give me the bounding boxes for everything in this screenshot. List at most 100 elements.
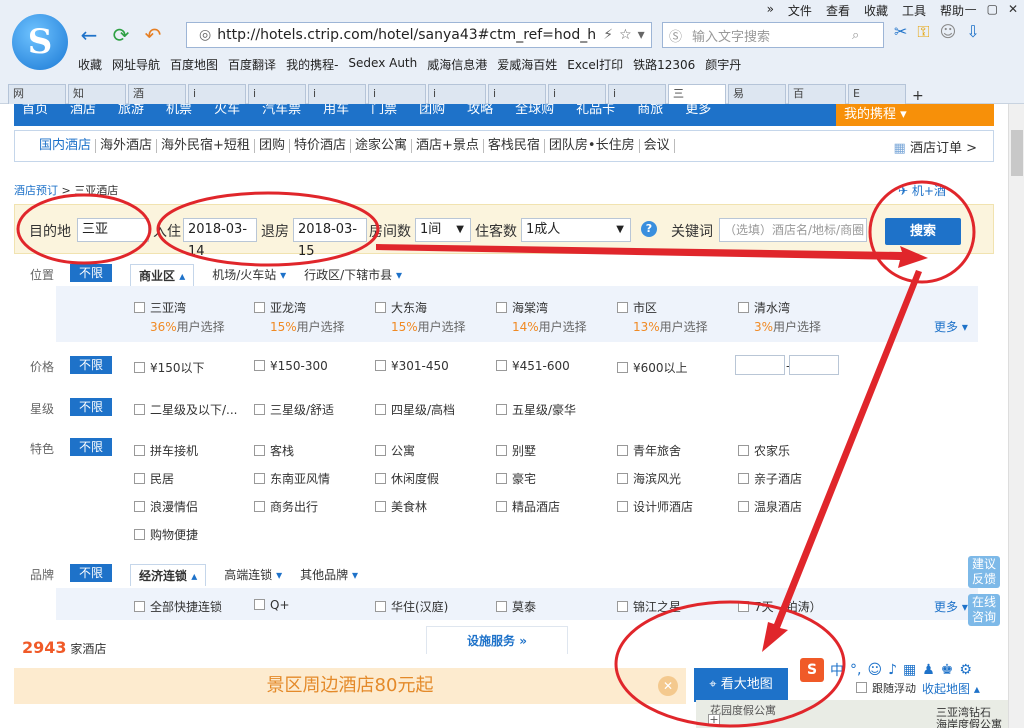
price-option[interactable]: ¥150-300	[254, 359, 328, 373]
promo-banner[interactable]: 景区周边酒店80元起 ✕	[14, 668, 686, 704]
address-bar[interactable]: ◎ http://hotels.ctrip.com/hotel/sanya43#…	[186, 22, 652, 48]
menu-tools[interactable]: 工具	[902, 2, 926, 19]
area-option[interactable]: 清水湾	[738, 299, 790, 316]
menu-help[interactable]: 帮助	[940, 2, 964, 19]
search-engine-icon[interactable]: Ⓢ	[669, 26, 682, 45]
checkbox[interactable]	[738, 601, 749, 612]
page-scrollbar[interactable]	[1008, 104, 1024, 728]
scissors-icon[interactable]: ✂	[894, 22, 907, 42]
lightning-icon[interactable]: ⚡	[603, 27, 613, 43]
checkbox[interactable]	[134, 529, 145, 540]
subnav-item[interactable]: 会议	[640, 139, 675, 153]
close-window-icon[interactable]: ✕	[1008, 2, 1018, 16]
feature-option[interactable]: 拼车接机	[134, 442, 198, 459]
feature-option[interactable]: 青年旅舍	[617, 442, 681, 459]
nav-item[interactable]: 更多	[685, 104, 711, 117]
checkbox[interactable]	[375, 601, 386, 612]
tab-airport-station[interactable]: 机场/火车站 ▾	[212, 264, 286, 286]
feature-option[interactable]: 农家乐	[738, 442, 790, 459]
checkbox[interactable]	[134, 445, 145, 456]
browser-tab[interactable]: 易	[728, 84, 786, 104]
nav-item[interactable]: 酒店	[70, 104, 96, 117]
feature-option[interactable]: 公寓	[375, 442, 415, 459]
subnav-domestic[interactable]: 国内酒店	[35, 139, 97, 153]
brand-unlimited[interactable]: 不限	[70, 564, 112, 582]
bookmark-item[interactable]: 百度地图	[170, 56, 218, 73]
nav-item[interactable]: 机票	[166, 104, 192, 117]
emoji-icon[interactable]: ☺	[867, 662, 882, 678]
user-icon[interactable]: ♟	[922, 662, 935, 678]
checkbox[interactable]	[496, 404, 507, 415]
bookmark-item[interactable]: 威海信息港	[427, 56, 487, 73]
browser-tab[interactable]: i	[548, 84, 606, 104]
browser-tab[interactable]: i	[488, 84, 546, 104]
more-areas-link[interactable]: 更多 ▾	[934, 318, 968, 335]
star-unlimited[interactable]: 不限	[70, 398, 112, 416]
feature-option[interactable]: 亲子酒店	[738, 470, 802, 487]
search-button[interactable]: 搜索	[885, 218, 961, 245]
nav-item[interactable]: 攻略	[467, 104, 493, 117]
subnav-item[interactable]: 酒店+景点	[412, 139, 484, 153]
subnav-item[interactable]: 特价酒店	[290, 139, 351, 153]
star-option[interactable]: 四星级/高档	[375, 401, 455, 418]
microphone-icon[interactable]: ♪	[888, 662, 897, 678]
checkbox[interactable]	[375, 404, 386, 415]
checkbox[interactable]	[134, 601, 145, 612]
bookmark-item[interactable]: 收藏	[78, 56, 102, 73]
destination-input[interactable]: 三亚	[77, 218, 149, 242]
checkbox[interactable]	[496, 360, 507, 371]
checkbox[interactable]	[134, 362, 145, 373]
tab-business-district[interactable]: 商业区 ▴	[130, 264, 195, 286]
checkbox[interactable]	[738, 302, 749, 313]
checkbox[interactable]	[738, 445, 749, 456]
map-preview[interactable]: 跟随浮动 收起地图 ▴ 花园度假公寓 三亚湾钻石 海岸度假公寓 +	[696, 680, 1014, 728]
suggest-feedback-button[interactable]: 建议反馈	[968, 556, 1000, 588]
checkbox[interactable]	[375, 501, 386, 512]
area-option[interactable]: 大东海	[375, 299, 427, 316]
bookmark-item[interactable]: 颜宇丹	[705, 56, 741, 73]
checkbox[interactable]	[617, 473, 628, 484]
feature-option[interactable]: 别墅	[496, 442, 536, 459]
skin-icon[interactable]: ♚	[941, 662, 954, 678]
search-icon[interactable]: ⌕	[852, 28, 859, 43]
checkbox[interactable]	[856, 682, 867, 693]
checkbox[interactable]	[134, 404, 145, 415]
checkbox[interactable]	[375, 360, 386, 371]
guests-select[interactable]: 1成人 ▼	[521, 218, 631, 242]
brand-option[interactable]: 7天（铂涛）	[738, 598, 822, 615]
browser-tab[interactable]: E	[848, 84, 906, 104]
nav-item[interactable]: 用车	[323, 104, 349, 117]
hotel-order-link[interactable]: ▦ 酒店订单 >	[894, 137, 977, 156]
nav-item[interactable]: 汽车票	[262, 104, 301, 117]
browser-tab[interactable]: 酒	[128, 84, 186, 104]
menu-more-icon[interactable]: »	[767, 2, 774, 19]
nav-item[interactable]: 首页	[22, 104, 48, 117]
maximize-icon[interactable]: ▢	[987, 2, 998, 16]
bookmark-item[interactable]: 爱威海百姓	[497, 56, 557, 73]
feature-option[interactable]: 豪宅	[496, 470, 536, 487]
price-option[interactable]: ¥301-450	[375, 359, 449, 373]
breadcrumb-home[interactable]: 酒店预订	[14, 184, 58, 197]
browser-tab[interactable]: i	[428, 84, 486, 104]
close-icon[interactable]: ✕	[658, 676, 678, 696]
brand-option[interactable]: Q+	[254, 598, 290, 612]
undo-icon[interactable]: ↶	[142, 24, 164, 46]
checkbox[interactable]	[617, 501, 628, 512]
subnav-item[interactable]: 海外酒店	[96, 139, 158, 153]
checkbox[interactable]	[496, 601, 507, 612]
subnav-item[interactable]: 团队房•长住房	[545, 139, 640, 153]
browser-tab[interactable]: i	[608, 84, 666, 104]
checkbox[interactable]	[617, 445, 628, 456]
checkbox[interactable]	[254, 360, 265, 371]
star-option[interactable]: 三星级/舒适	[254, 401, 334, 418]
feature-option[interactable]: 精品酒店	[496, 498, 560, 515]
flight-hotel-link[interactable]: ✈ 机+酒	[898, 182, 946, 199]
star-icon[interactable]: ☆	[619, 27, 632, 43]
checkbox[interactable]	[496, 302, 507, 313]
checkbox[interactable]	[254, 302, 265, 313]
feature-option[interactable]: 民居	[134, 470, 174, 487]
brand-option[interactable]: 莫泰	[496, 598, 536, 615]
keyword-input[interactable]: （选填）酒店名/地标/商圈	[719, 218, 867, 242]
brand-option[interactable]: 华住(汉庭)	[375, 598, 448, 615]
download-icon[interactable]: ⇩	[966, 22, 979, 42]
